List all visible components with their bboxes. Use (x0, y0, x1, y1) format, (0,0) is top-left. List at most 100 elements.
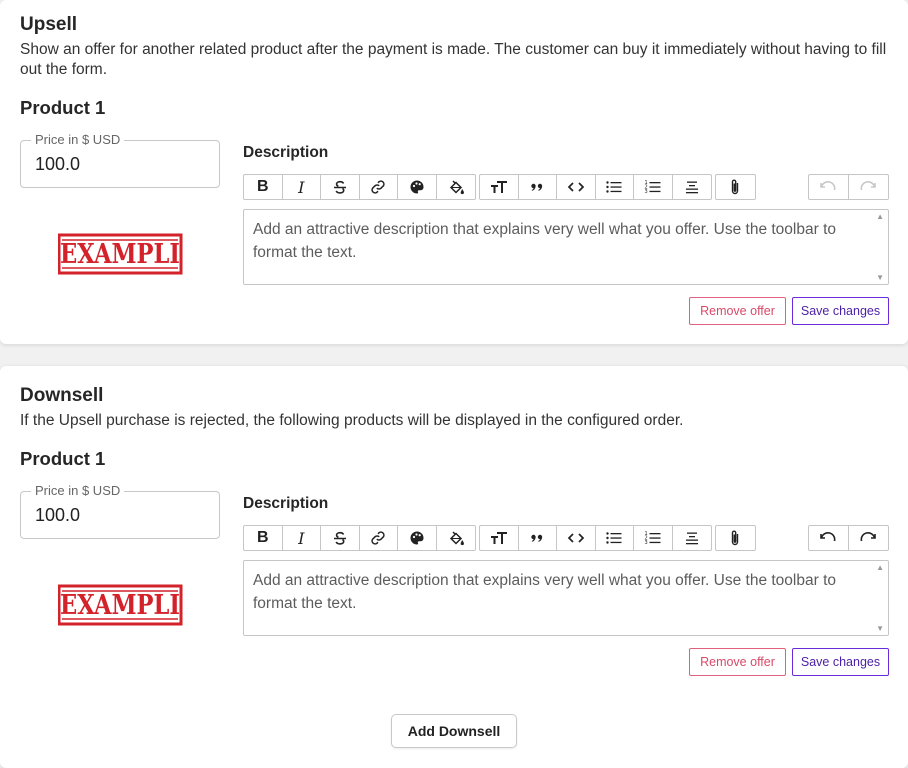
redo-button[interactable] (849, 526, 889, 550)
scroll-down-icon[interactable]: ▼ (876, 273, 884, 282)
numbered-list-button[interactable]: 123 (634, 526, 673, 550)
link-button[interactable] (360, 175, 398, 199)
scroll-up-icon[interactable]: ▲ (876, 212, 884, 221)
strikethrough-button[interactable] (321, 526, 360, 550)
text-size-icon (490, 181, 507, 193)
downsell-product-title: Product 1 (20, 448, 106, 469)
code-button[interactable] (557, 526, 596, 550)
upsell-product-title: Product 1 (20, 97, 106, 118)
downsell-price-input[interactable]: Price in $ USD 100.0 (20, 483, 220, 539)
fill-color-icon (449, 180, 464, 195)
fill-color-button[interactable] (437, 175, 476, 199)
strikethrough-button[interactable] (321, 175, 360, 199)
quote-icon (531, 534, 543, 542)
text-size-button[interactable] (480, 526, 519, 550)
palette-icon (410, 531, 424, 545)
text-color-button[interactable] (398, 526, 437, 550)
scroll-down-icon[interactable]: ▼ (876, 624, 884, 633)
format-group: B I (243, 525, 476, 551)
link-icon (371, 531, 385, 545)
align-center-button[interactable] (673, 175, 712, 199)
text-color-button[interactable] (398, 175, 437, 199)
align-center-button[interactable] (673, 526, 712, 550)
add-downsell-button[interactable]: Add Downsell (391, 714, 517, 748)
price-label: Price in $ USD (31, 132, 125, 147)
stamp-text: EXAMPLI (60, 590, 180, 621)
downsell-card: Downsell If the Upsell purchase is rejec… (0, 366, 908, 768)
text-size-icon (490, 532, 507, 544)
product-image-example-stamp: EXAMPLI (57, 232, 184, 276)
undo-button[interactable] (809, 526, 849, 550)
product-image-example-stamp: EXAMPLI (57, 583, 184, 627)
palette-icon (410, 180, 424, 194)
code-button[interactable] (557, 175, 596, 199)
fill-color-icon (449, 531, 464, 546)
strikethrough-icon (333, 531, 346, 545)
editor-placeholder: Add an attractive description that expla… (253, 572, 837, 612)
undo-button[interactable] (809, 175, 849, 199)
fill-color-button[interactable] (437, 526, 476, 550)
upsell-price-input[interactable]: Price in $ USD 100.0 (20, 132, 220, 188)
bullet-list-button[interactable] (596, 175, 634, 199)
text-size-button[interactable] (480, 175, 519, 199)
bold-button[interactable]: B (244, 175, 283, 199)
upsell-description: Show an offer for another related produc… (20, 41, 887, 78)
editor-toolbar: B I 1 2 3 (243, 174, 889, 200)
remove-offer-button[interactable]: Remove offer (689, 297, 786, 325)
numbered-list-icon: 123 (644, 180, 661, 195)
save-changes-button[interactable]: Save changes (792, 648, 889, 676)
save-changes-button[interactable]: Save changes (792, 297, 889, 325)
bold-button[interactable]: B (244, 526, 283, 550)
numbered-list-icon: 123 (644, 531, 661, 546)
undo-icon (820, 532, 836, 542)
stamp-text: EXAMPLI (60, 239, 180, 270)
bullet-list-icon (606, 181, 622, 193)
quote-button[interactable] (519, 175, 557, 199)
code-icon (567, 533, 584, 543)
upsell-title: Upsell (20, 14, 78, 35)
redo-icon (860, 181, 877, 191)
price-value: 100.0 (35, 154, 81, 174)
link-button[interactable] (360, 526, 398, 550)
description-editor[interactable]: Add an attractive description that expla… (243, 209, 889, 285)
block-group: 123 (479, 525, 712, 551)
remove-offer-button[interactable]: Remove offer (689, 648, 786, 676)
attachment-icon (732, 179, 739, 195)
attachment-button[interactable] (716, 175, 755, 199)
link-icon (371, 180, 385, 194)
bullet-list-button[interactable] (596, 526, 634, 550)
bullet-list-icon (606, 532, 622, 544)
svg-text:3: 3 (644, 189, 647, 195)
description-label: Description (243, 495, 329, 512)
attachment-button[interactable] (716, 526, 755, 550)
undo-icon (820, 181, 836, 191)
scroll-up-icon[interactable]: ▲ (876, 563, 884, 572)
svg-text:3: 3 (644, 540, 647, 546)
history-group (808, 174, 889, 200)
code-icon (567, 182, 584, 192)
quote-icon (531, 183, 543, 191)
upsell-card: Upsell Show an offer for another related… (0, 0, 908, 344)
description-label: Description (243, 144, 329, 161)
description-editor[interactable]: Add an attractive description that expla… (243, 560, 889, 636)
italic-button[interactable]: I (283, 175, 321, 199)
editor-placeholder: Add an attractive description that expla… (253, 221, 837, 261)
price-label: Price in $ USD (31, 483, 125, 498)
redo-button[interactable] (849, 175, 889, 199)
history-group (808, 525, 889, 551)
format-group: B I (243, 174, 476, 200)
downsell-description: If the Upsell purchase is rejected, the … (20, 412, 684, 429)
italic-button[interactable]: I (283, 526, 321, 550)
block-group: 123 (479, 174, 712, 200)
price-value: 100.0 (35, 505, 81, 525)
attachment-group (715, 174, 756, 200)
attachment-group (715, 525, 756, 551)
quote-button[interactable] (519, 526, 557, 550)
strikethrough-icon (333, 180, 346, 194)
align-center-icon (685, 181, 698, 194)
numbered-list-button[interactable]: 123 (634, 175, 673, 199)
redo-icon (860, 532, 877, 542)
attachment-icon (732, 530, 739, 546)
downsell-title: Downsell (20, 385, 104, 406)
editor-toolbar: B I 1 2 3 (243, 525, 889, 551)
